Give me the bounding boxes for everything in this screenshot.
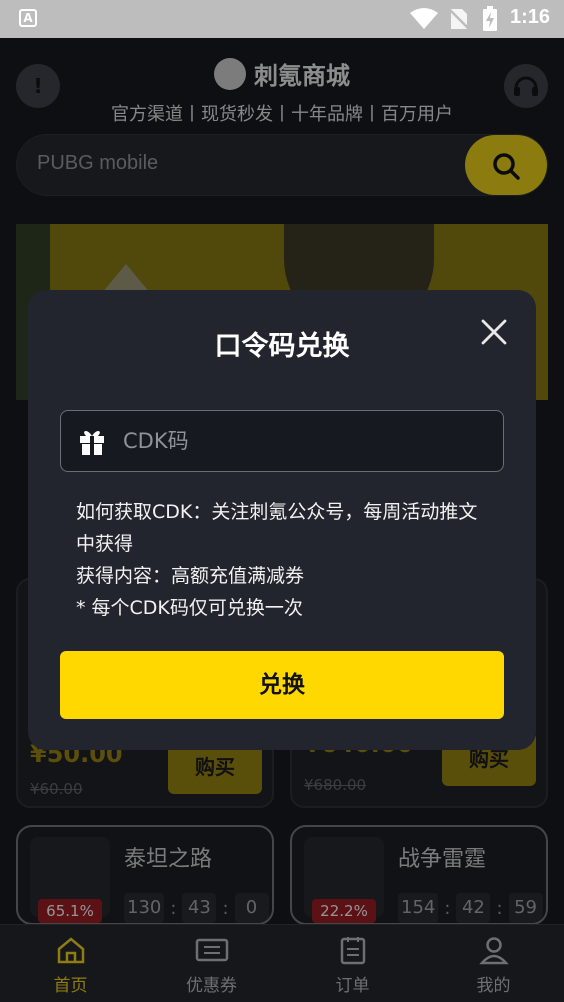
tab-label: 首页 [53, 976, 88, 996]
tab-home[interactable]: 首页 [0, 925, 141, 1002]
close-icon[interactable] [476, 314, 512, 350]
order-icon [340, 937, 365, 965]
tab-label: 订单 [335, 976, 370, 996]
tab-orders[interactable]: 订单 [282, 925, 423, 1002]
cdk-instructions: 如何获取CDK：关注刺氪公众号，每周活动推文中获得 获得内容：高额充值满减券 *… [76, 496, 496, 624]
tab-profile[interactable]: 我的 [423, 925, 564, 1002]
battery-charging-icon [483, 6, 497, 31]
profile-icon [478, 937, 509, 965]
cdk-redeem-dialog: 口令码兑换 如何获取CDK：关注刺氪公众号，每周活动推文中获得 获得内容：高额充… [28, 290, 536, 750]
info-line-limit: * 每个CDK码仅可兑换一次 [76, 597, 303, 619]
cdk-input-field[interactable] [60, 410, 504, 472]
tab-coupons[interactable]: 优惠券 [141, 925, 282, 1002]
app-notification-icon: A [19, 9, 37, 27]
cdk-input[interactable] [123, 419, 493, 463]
clock: 1:16 [510, 6, 551, 28]
wifi-icon [410, 8, 438, 29]
info-line-how-to-get: 如何获取CDK：关注刺氪公众号，每周活动推文中获得 [76, 501, 478, 555]
redeem-button[interactable]: 兑换 [60, 651, 504, 719]
info-line-reward: 获得内容：高额充值满减券 [76, 565, 305, 587]
dialog-title: 口令码兑换 [214, 331, 350, 362]
status-bar: A 1:16 [0, 0, 564, 38]
gift-icon [80, 431, 104, 455]
tab-label: 优惠券 [186, 976, 237, 996]
bottom-tab-bar: 首页 优惠券 订单 我的 [0, 924, 564, 1002]
no-sim-icon [449, 9, 469, 29]
coupon-icon [195, 938, 228, 962]
home-icon [57, 937, 84, 964]
tab-label: 我的 [476, 976, 511, 996]
